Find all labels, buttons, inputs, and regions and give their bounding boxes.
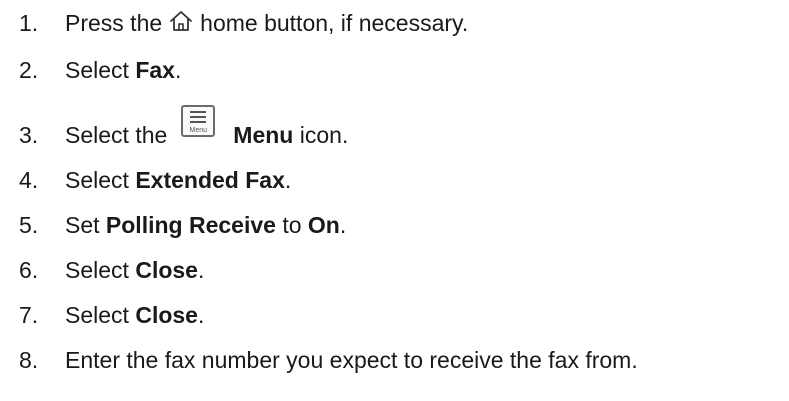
step-text: . xyxy=(197,256,205,283)
step-text: Set xyxy=(65,211,106,238)
step-2: 2. Select Fax . xyxy=(0,50,181,90)
step-text: Select the xyxy=(65,121,168,148)
ui-term: Menu xyxy=(233,121,294,148)
step-text: . xyxy=(197,301,205,328)
step-text: Select xyxy=(65,301,136,328)
step-number: 1. xyxy=(19,9,39,36)
step-8: 8. Enter the fax number you expect to re… xyxy=(0,340,638,380)
home-icon xyxy=(169,10,193,32)
step-number: 7. xyxy=(19,301,39,328)
ui-term: On xyxy=(307,211,340,238)
step-1: 1. Press the home button, if necessary. xyxy=(0,3,468,43)
step-number: 4. xyxy=(19,166,39,193)
step-number: 2. xyxy=(19,56,39,83)
step-text: Press the xyxy=(65,9,163,36)
step-7: 7. Select Close . xyxy=(0,295,204,335)
ui-term: Fax xyxy=(135,56,175,83)
step-4: 4. Select Extended Fax . xyxy=(0,160,291,200)
step-text: Select xyxy=(65,56,136,83)
step-3: 3. Select the Menu Menu icon. xyxy=(0,105,349,155)
step-text: . xyxy=(284,166,292,193)
step-text: icon. xyxy=(293,121,349,148)
step-number: 5. xyxy=(19,211,39,238)
menu-icon: Menu xyxy=(181,105,216,137)
ui-term: Close xyxy=(135,256,198,283)
step-text: to xyxy=(275,211,308,238)
step-6: 6. Select Close . xyxy=(0,250,204,290)
menu-icon-label: Menu xyxy=(189,127,208,134)
step-number: 6. xyxy=(19,256,39,283)
ui-term: Close xyxy=(135,301,198,328)
step-text: Select xyxy=(65,256,136,283)
step-number: 3. xyxy=(19,121,39,148)
step-5: 5. Set Polling Receive to On . xyxy=(0,205,346,245)
step-text: home button, if necessary. xyxy=(200,9,469,36)
step-text: . xyxy=(174,56,182,83)
ui-term: Polling Receive xyxy=(105,211,276,238)
step-text: . xyxy=(339,211,347,238)
ui-term: Extended Fax xyxy=(135,166,285,193)
step-number: 8. xyxy=(19,346,39,373)
step-text: Enter the fax number you expect to recei… xyxy=(65,346,638,373)
step-text: Select xyxy=(65,166,136,193)
